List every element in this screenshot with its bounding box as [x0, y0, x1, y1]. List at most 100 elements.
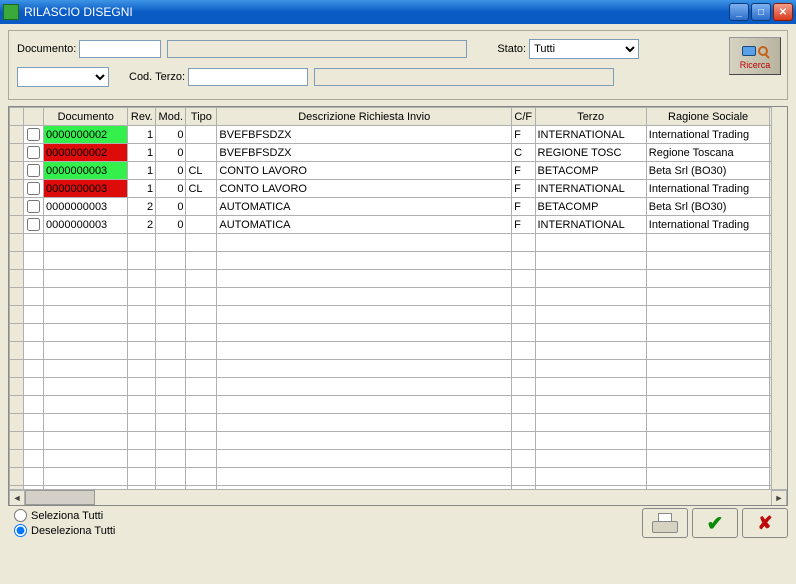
col-cf[interactable]: C/F [512, 108, 535, 126]
cell-documento[interactable]: 0000000003 [44, 198, 128, 216]
cell-documento[interactable]: 0000000003 [44, 180, 128, 198]
deseleziona-tutti-radio[interactable]: Deseleziona Tutti [14, 524, 115, 537]
col-rev[interactable]: Rev. [128, 108, 156, 126]
table-row[interactable]: 000000000210BVEFBFSDZXFINTERNATIONALInte… [10, 126, 787, 144]
row-selector[interactable] [10, 198, 24, 216]
vertical-scrollbar[interactable] [771, 107, 787, 489]
scroll-left-button[interactable]: ◄ [9, 490, 25, 506]
cell-cf[interactable]: F [512, 216, 535, 234]
table-row-empty[interactable] [10, 432, 787, 450]
row-selector[interactable] [10, 144, 24, 162]
col-terzo[interactable]: Terzo [535, 108, 646, 126]
cell-terzo[interactable]: INTERNATIONAL [535, 216, 646, 234]
table-row[interactable]: 000000000320AUTOMATICAFINTERNATIONALInte… [10, 216, 787, 234]
row-checkbox[interactable] [27, 182, 40, 195]
col-mod[interactable]: Mod. [156, 108, 186, 126]
col-documento[interactable]: Documento [44, 108, 128, 126]
cell-cf[interactable]: F [512, 198, 535, 216]
cell-rev[interactable]: 1 [128, 162, 156, 180]
row-checkbox[interactable] [27, 200, 40, 213]
close-button[interactable]: ✕ [773, 3, 793, 21]
table-row-empty[interactable] [10, 450, 787, 468]
scroll-thumb[interactable] [25, 490, 95, 505]
cell-descrizione[interactable]: BVEFBFSDZX [217, 126, 512, 144]
cell-tipo[interactable] [186, 144, 217, 162]
table-row-empty[interactable] [10, 414, 787, 432]
cell-documento[interactable]: 0000000003 [44, 216, 128, 234]
table-row-empty[interactable] [10, 468, 787, 486]
filter-combo[interactable] [17, 67, 109, 87]
col-ragione[interactable]: Ragione Sociale [646, 108, 770, 126]
cell-ragione[interactable]: Beta Srl (BO30) [646, 162, 770, 180]
cell-descrizione[interactable]: CONTO LAVORO [217, 162, 512, 180]
confirm-button[interactable]: ✔ [692, 508, 738, 538]
cell-descrizione[interactable]: AUTOMATICA [217, 216, 512, 234]
stato-select[interactable]: Tutti [529, 39, 639, 59]
print-button[interactable] [642, 508, 688, 538]
row-selector[interactable] [10, 126, 24, 144]
cell-descrizione[interactable]: BVEFBFSDZX [217, 144, 512, 162]
table-row-empty[interactable] [10, 234, 787, 252]
cell-tipo[interactable] [186, 216, 217, 234]
cell-cf[interactable]: F [512, 180, 535, 198]
table-row[interactable]: 000000000310CLCONTO LAVOROFBETACOMPBeta … [10, 162, 787, 180]
table-row-empty[interactable] [10, 288, 787, 306]
cell-terzo[interactable]: INTERNATIONAL [535, 126, 646, 144]
cod-terzo-input[interactable] [188, 68, 308, 86]
table-row-empty[interactable] [10, 270, 787, 288]
table-row-empty[interactable] [10, 396, 787, 414]
table-row[interactable]: 000000000320AUTOMATICAFBETACOMPBeta Srl … [10, 198, 787, 216]
cell-mod[interactable]: 0 [156, 198, 186, 216]
col-tipo[interactable]: Tipo [186, 108, 217, 126]
cell-ragione[interactable]: Regione Toscana [646, 144, 770, 162]
col-descrizione[interactable]: Descrizione Richiesta Invio [217, 108, 512, 126]
row-selector[interactable] [10, 216, 24, 234]
cell-descrizione[interactable]: CONTO LAVORO [217, 180, 512, 198]
cell-rev[interactable]: 1 [128, 180, 156, 198]
cell-tipo[interactable] [186, 126, 217, 144]
cell-terzo[interactable]: REGIONE TOSC [535, 144, 646, 162]
cell-descrizione[interactable]: AUTOMATICA [217, 198, 512, 216]
row-checkbox[interactable] [27, 146, 40, 159]
cell-cf[interactable]: F [512, 126, 535, 144]
row-checkbox[interactable] [27, 164, 40, 177]
cell-tipo[interactable]: CL [186, 162, 217, 180]
cell-tipo[interactable]: CL [186, 180, 217, 198]
cell-cf[interactable]: F [512, 162, 535, 180]
cell-tipo[interactable] [186, 198, 217, 216]
cell-terzo[interactable]: BETACOMP [535, 162, 646, 180]
cell-documento[interactable]: 0000000003 [44, 162, 128, 180]
cell-mod[interactable]: 0 [156, 216, 186, 234]
table-row-empty[interactable] [10, 306, 787, 324]
seleziona-tutti-radio[interactable]: Seleziona Tutti [14, 509, 115, 522]
scroll-right-button[interactable]: ► [771, 490, 787, 506]
cell-documento[interactable]: 0000000002 [44, 144, 128, 162]
row-checkbox[interactable] [27, 218, 40, 231]
cell-documento[interactable]: 0000000002 [44, 126, 128, 144]
cell-terzo[interactable]: INTERNATIONAL [535, 180, 646, 198]
minimize-button[interactable]: _ [729, 3, 749, 21]
cell-cf[interactable]: C [512, 144, 535, 162]
table-row-empty[interactable] [10, 252, 787, 270]
cell-terzo[interactable]: BETACOMP [535, 198, 646, 216]
table-row-empty[interactable] [10, 342, 787, 360]
table-row[interactable]: 000000000210 BVEFBFSDZXCREGIONE TOSCRegio… [10, 144, 787, 162]
cell-ragione[interactable]: International Trading [646, 126, 770, 144]
ricerca-button[interactable]: Ricerca [729, 37, 781, 75]
row-selector[interactable] [10, 180, 24, 198]
maximize-button[interactable]: □ [751, 3, 771, 21]
row-checkbox[interactable] [27, 128, 40, 141]
table-row-empty[interactable] [10, 324, 787, 342]
horizontal-scrollbar[interactable]: ◄ ► [9, 489, 787, 505]
cell-mod[interactable]: 0 [156, 180, 186, 198]
table-row-empty[interactable] [10, 378, 787, 396]
cell-mod[interactable]: 0 [156, 144, 186, 162]
cell-mod[interactable]: 0 [156, 126, 186, 144]
cancel-button[interactable]: ✘ [742, 508, 788, 538]
table-row-empty[interactable] [10, 360, 787, 378]
cell-ragione[interactable]: International Trading [646, 216, 770, 234]
cell-rev[interactable]: 2 [128, 198, 156, 216]
cell-ragione[interactable]: International Trading [646, 180, 770, 198]
row-selector[interactable] [10, 162, 24, 180]
cell-rev[interactable]: 1 [128, 144, 156, 162]
